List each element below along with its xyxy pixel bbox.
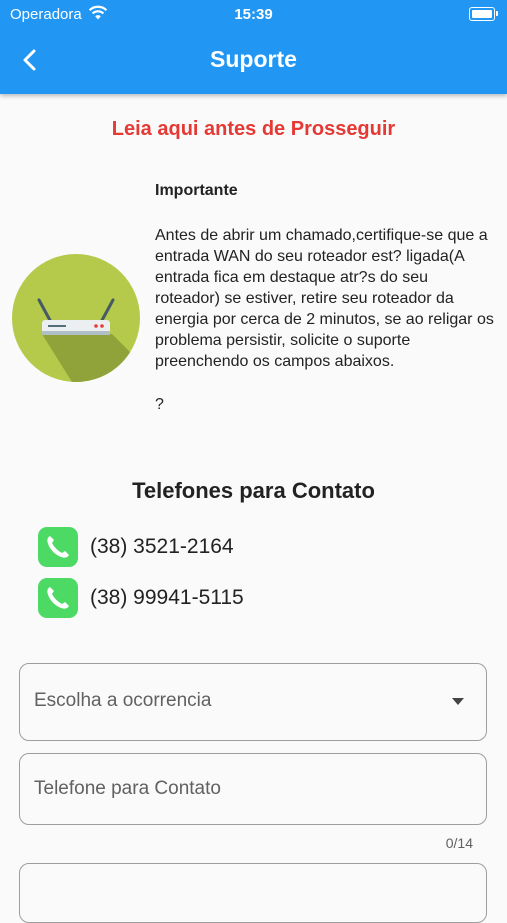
info-block: Importante Antes de abrir um chamado,cer… xyxy=(155,180,495,415)
contact-phone-field[interactable]: Telefone para Contato xyxy=(19,753,487,825)
phones-title: Telefones para Contato xyxy=(132,478,375,503)
phone-icon xyxy=(38,578,78,618)
status-bar: Operadora 15:39 xyxy=(0,0,507,30)
phone-number: (38) 3521-2164 xyxy=(90,535,234,558)
info-body: Antes de abrir um chamado,certifique-se … xyxy=(155,227,494,370)
occurrence-label: Escolha a ocorrencia xyxy=(34,690,212,711)
router-icon xyxy=(12,254,140,382)
contact-phone-label: Telefone para Contato xyxy=(34,778,221,799)
app-bar: Operadora 15:39 Suporte xyxy=(0,0,507,94)
phone-item[interactable]: (38) 99941-5115 xyxy=(38,578,244,618)
character-counter: 0/14 xyxy=(445,835,473,851)
page-title: Suporte xyxy=(210,46,297,72)
info-heading: Importante xyxy=(155,182,238,199)
battery-icon xyxy=(469,7,498,21)
status-time: 15:39 xyxy=(234,6,273,23)
info-trailing: ? xyxy=(155,396,164,413)
warning-heading: Leia aqui antes de Prosseguir xyxy=(111,118,396,140)
occurrence-dropdown[interactable]: Escolha a ocorrencia xyxy=(19,663,487,741)
phone-number: (38) 99941-5115 xyxy=(90,586,244,609)
dropdown-arrow-icon xyxy=(452,698,464,705)
next-form-field[interactable] xyxy=(19,863,487,923)
phone-item[interactable]: (38) 3521-2164 xyxy=(38,527,234,567)
phone-icon xyxy=(38,527,78,567)
